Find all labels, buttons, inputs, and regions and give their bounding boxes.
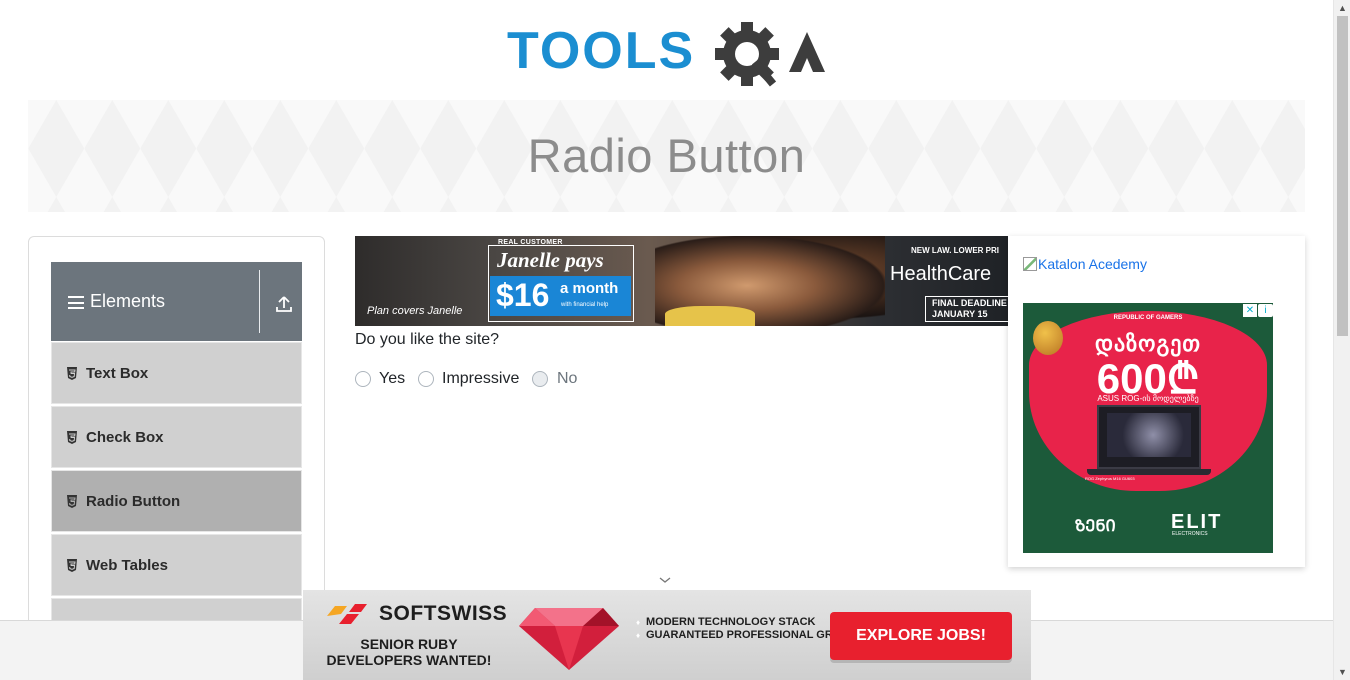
chevron-down-icon[interactable] bbox=[658, 575, 672, 585]
ad-caption: Plan covers Janelle bbox=[367, 305, 463, 317]
rog-subtext: ASUS ROG-ის მოდელებზე bbox=[1097, 394, 1199, 403]
radio-input-yes[interactable] bbox=[355, 371, 371, 387]
page-scrollbar[interactable]: ▲ ▼ bbox=[1333, 0, 1350, 680]
katalon-ad-alt[interactable]: Katalon Acedemy bbox=[1038, 256, 1147, 272]
menu-icon bbox=[68, 296, 84, 309]
ad-close-icon[interactable]: ✕ bbox=[1243, 304, 1257, 317]
laptop-base bbox=[1087, 469, 1211, 475]
sidebar-item-radio-button[interactable]: Radio Button bbox=[51, 470, 302, 532]
ruby-gem-icon bbox=[519, 608, 619, 670]
rog-advertisement[interactable]: REPUBLIC OF GAMERS დაზოგეთ 600₾ ASUS ROG… bbox=[1023, 303, 1273, 553]
ad-newlaw: NEW LAW. LOWER PRI bbox=[911, 246, 999, 255]
softswiss-tagline: SENIOR RUBY DEVELOPERS WANTED! bbox=[326, 636, 492, 668]
question-text: Do you like the site? bbox=[355, 331, 500, 348]
scrollbar-thumb[interactable] bbox=[1337, 16, 1348, 336]
brand-elit-sub: ELECTRONICS bbox=[1172, 531, 1208, 537]
divider bbox=[259, 270, 260, 333]
radio-input-no bbox=[532, 371, 548, 387]
sidebar-item-check-box[interactable]: Check Box bbox=[51, 406, 302, 468]
ad-deadline: FINAL DEADLINE JANUARY 15 bbox=[925, 296, 1008, 322]
svg-text:TOOLS: TOOLS bbox=[507, 22, 695, 80]
html5-icon bbox=[67, 495, 77, 508]
sidebar-item-label: Text Box bbox=[86, 365, 149, 382]
explore-jobs-button[interactable]: EXPLORE JOBS! bbox=[830, 612, 1012, 660]
ad-photo-detail bbox=[665, 306, 755, 326]
scroll-down-icon[interactable]: ▼ bbox=[1334, 664, 1350, 680]
radio-input-impressive[interactable] bbox=[418, 371, 434, 387]
ad-deadline-line2: JANUARY 15 bbox=[932, 309, 988, 319]
sidebar-item-label: Check Box bbox=[86, 429, 164, 446]
katalon-ad-image[interactable]: Katalon Acedemy bbox=[1023, 256, 1147, 272]
ad-choices-icon[interactable]: i bbox=[1258, 304, 1273, 317]
collapse-upload-icon[interactable] bbox=[274, 294, 294, 314]
toolsqa-logo[interactable]: TOOLS bbox=[507, 18, 832, 92]
radio-label-yes[interactable]: Yes bbox=[379, 370, 405, 388]
radio-label-no: No bbox=[557, 370, 578, 387]
bottom-advertisement[interactable]: SOFTSWISS SENIOR RUBY DEVELOPERS WANTED!… bbox=[303, 590, 1031, 680]
scroll-up-icon[interactable]: ▲ bbox=[1334, 0, 1350, 16]
sidebar-group-label: Elements bbox=[90, 291, 166, 311]
right-advertisement: Katalon Acedemy REPUBLIC OF GAMERS დაზოგ… bbox=[1008, 236, 1305, 567]
softswiss-brand: SOFTSWISS bbox=[379, 602, 508, 625]
ad-per: a month bbox=[560, 280, 619, 297]
sidebar-group-elements[interactable]: Elements bbox=[51, 262, 302, 341]
ad-brand: HealthCare bbox=[890, 263, 992, 285]
ad-price: $16 bbox=[496, 277, 550, 313]
radio-label-impressive[interactable]: Impressive bbox=[442, 370, 519, 388]
ad-help: with financial help bbox=[561, 302, 609, 308]
ad-deadline-line1: FINAL DEADLINE bbox=[932, 298, 1007, 308]
ad-eyebrow: REAL CUSTOMER bbox=[498, 239, 563, 246]
rog-logo: REPUBLIC OF GAMERS bbox=[1113, 315, 1183, 321]
top-advertisement[interactable]: Plan covers Janelle REAL CUSTOMER Janell… bbox=[355, 236, 1008, 326]
html5-icon bbox=[67, 431, 77, 444]
rog-small-print: ROG Zephyrus M16 GU603 bbox=[1085, 476, 1135, 481]
sidebar-item-web-tables[interactable]: Web Tables bbox=[51, 534, 302, 596]
laptop-image bbox=[1097, 405, 1201, 469]
html5-icon bbox=[67, 559, 77, 572]
html5-icon bbox=[67, 367, 77, 380]
sidebar-item-text-box[interactable]: Text Box bbox=[51, 342, 302, 404]
page-title: Radio Button bbox=[527, 129, 806, 182]
softswiss-logo-icon bbox=[327, 604, 367, 624]
gear-icon bbox=[715, 22, 779, 87]
broken-image-icon bbox=[1023, 257, 1037, 271]
page-banner: Radio Button bbox=[28, 100, 1305, 212]
ad-headline: Janelle pays bbox=[497, 248, 604, 272]
sidebar-item-label: Radio Button bbox=[86, 493, 181, 510]
sidebar-item-label: Web Tables bbox=[86, 557, 168, 574]
sidebar: Elements Text Box Check Box Radio Button… bbox=[28, 236, 325, 680]
brand-zeni: ᲖᲔᲜᲘ bbox=[1075, 518, 1116, 535]
